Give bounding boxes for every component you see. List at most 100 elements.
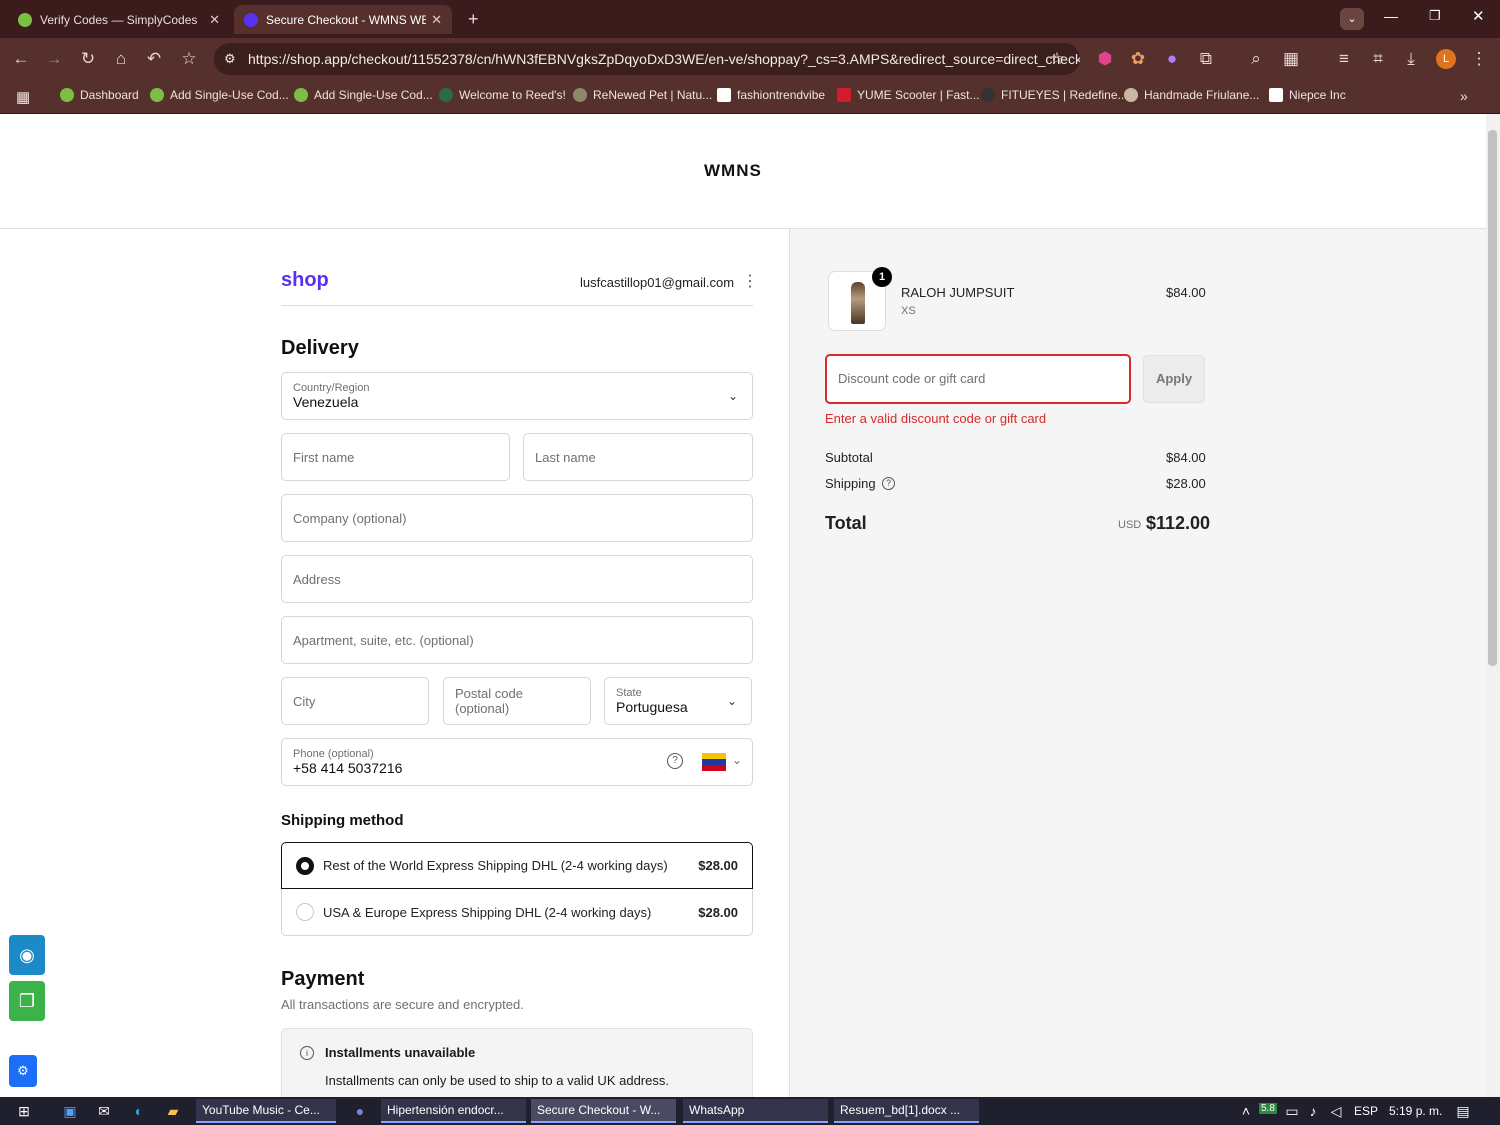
language-indicator[interactable]: ESP	[1354, 1104, 1378, 1118]
mail-icon[interactable]: ✉	[94, 1101, 114, 1121]
apps-grid-icon[interactable]: ▦	[16, 88, 30, 106]
search-icon[interactable]: ⌕	[1245, 48, 1267, 70]
window-close-icon[interactable]: ✕	[1472, 7, 1485, 25]
reload-icon[interactable]: ↻	[77, 48, 99, 70]
help-icon[interactable]: ?	[667, 753, 683, 769]
microphone-icon[interactable]: ♪	[1303, 1101, 1323, 1121]
extension-icon[interactable]: ●	[1161, 48, 1183, 70]
tab-search-icon[interactable]: ⌄	[1340, 8, 1364, 30]
installments-notice: i Installments unavailable Installments …	[281, 1028, 753, 1097]
address-bar[interactable]: ⚙ https://shop.app/checkout/11552378/cn/…	[214, 43, 1080, 75]
simplycodes-icon	[150, 88, 164, 102]
forward-icon[interactable]: →	[43, 48, 65, 70]
taskbar-item[interactable]: WhatsApp	[683, 1099, 828, 1123]
company-field[interactable]: Company (optional)	[281, 494, 753, 542]
city-field[interactable]: City	[281, 677, 429, 725]
back-icon[interactable]: ←	[10, 48, 32, 70]
clock[interactable]: 5:19 p. m.	[1389, 1104, 1442, 1118]
bookmark-item[interactable]: ReNewed Pet | Natu...	[573, 88, 712, 102]
help-icon[interactable]: ?	[882, 477, 895, 490]
notifications-icon[interactable]: ▤	[1453, 1101, 1473, 1121]
bookmark-item[interactable]: Add Single-Use Cod...	[294, 88, 433, 102]
extension-icon[interactable]: ✿	[1127, 48, 1149, 70]
copy-icon[interactable]: ❐	[9, 981, 45, 1021]
undo-icon[interactable]: ↶	[143, 48, 165, 70]
last-name-field[interactable]: Last name	[523, 433, 753, 481]
bookmark-item[interactable]: FITUEYES | Redefine...	[981, 88, 1128, 102]
scrollbar-thumb[interactable]	[1488, 130, 1497, 666]
phone-field[interactable]: Phone (optional) +58 414 5037216 ? ⌄	[281, 738, 753, 786]
start-icon[interactable]: ⊞	[14, 1101, 34, 1121]
chevron-up-icon[interactable]: ˄	[1236, 1101, 1256, 1121]
first-name-field[interactable]: First name	[281, 433, 510, 481]
postal-code-field[interactable]: Postal code (optional)	[443, 677, 591, 725]
windows-taskbar: ⊞ ▣ ✉ ◐ ▰ YouTube Music - Ce... ● Hipert…	[0, 1097, 1500, 1125]
tab-verify-codes[interactable]: Verify Codes — SimplyCodes ✕	[8, 5, 230, 34]
close-icon[interactable]: ✕	[431, 12, 442, 28]
crop-icon[interactable]: ⌗	[1367, 48, 1389, 70]
shipping-option[interactable]: USA & Europe Express Shipping DHL (2-4 w…	[281, 889, 753, 936]
restore-icon[interactable]: ❐	[1429, 8, 1441, 24]
page-icon	[1269, 88, 1283, 102]
currency-code: USD	[1118, 519, 1142, 531]
url-text: https://shop.app/checkout/11552378/cn/hW…	[248, 51, 1080, 67]
site-info-icon[interactable]: ⚙	[224, 43, 236, 75]
download-icon[interactable]: ⤓	[1400, 48, 1422, 70]
tray-badge[interactable]: 5.8	[1259, 1103, 1277, 1114]
settings-icon[interactable]: ⚙	[9, 1055, 37, 1087]
account-email: lusfcastillop01@gmail.com	[580, 275, 735, 290]
simplycodes-icon	[294, 88, 308, 102]
profile-avatar[interactable]: L	[1436, 49, 1456, 69]
bookmark-item[interactable]: Handmade Friulane...	[1124, 88, 1259, 102]
discount-input[interactable]: Discount code or gift card	[825, 354, 1131, 404]
close-icon[interactable]: ✕	[209, 12, 220, 28]
apartment-field[interactable]: Apartment, suite, etc. (optional)	[281, 616, 753, 664]
product-variant: XS	[901, 305, 916, 317]
radio-unselected[interactable]	[296, 903, 314, 921]
yume-icon	[837, 88, 851, 102]
star-icon[interactable]: ☆	[1046, 48, 1068, 70]
taskbar-item[interactable]: Secure Checkout - W...	[531, 1099, 676, 1123]
country-select[interactable]: Country/Region Venezuela ⌄	[281, 372, 753, 420]
shipping-option[interactable]: Rest of the World Express Shipping DHL (…	[281, 842, 753, 889]
taskbar-item[interactable]: Resuem_bd[1].docx ...	[834, 1099, 979, 1123]
new-tab-icon[interactable]: +	[458, 5, 486, 34]
bookmark-item[interactable]: Niepce Inc	[1269, 88, 1346, 102]
taskbar-item[interactable]: Hipertensión endocr...	[381, 1099, 526, 1123]
taskbar-item[interactable]: YouTube Music - Ce...	[196, 1099, 336, 1123]
more-bookmarks-icon[interactable]: »	[1460, 88, 1468, 104]
eye-icon[interactable]: ◉	[9, 935, 45, 975]
address-field[interactable]: Address	[281, 555, 753, 603]
account-menu-icon[interactable]: ⋮	[742, 271, 758, 291]
menu-icon[interactable]: ⋮	[1468, 48, 1490, 70]
delivery-heading: Delivery	[281, 337, 359, 359]
notice-title: Installments unavailable	[325, 1045, 476, 1060]
discord-icon[interactable]: ●	[350, 1101, 370, 1121]
bookmark-item[interactable]: Add Single-Use Cod...	[150, 88, 289, 102]
home-icon[interactable]: ⌂	[110, 48, 132, 70]
bookmark-star-icon[interactable]: ☆	[178, 48, 200, 70]
store-header: WMNS	[0, 114, 1486, 229]
shield-extension-icon[interactable]: ⬢	[1094, 48, 1116, 70]
tab-secure-checkout[interactable]: Secure Checkout - WMNS WEA ✕	[234, 5, 452, 34]
edge-icon[interactable]: ◐	[129, 1101, 149, 1121]
store-icon[interactable]: ▣	[60, 1101, 80, 1121]
state-label: State	[616, 687, 642, 699]
folder-icon[interactable]: ▰	[163, 1101, 183, 1121]
state-select[interactable]: State Portuguesa ⌄	[604, 677, 752, 725]
bookmark-item[interactable]: Welcome to Reed's!	[439, 88, 566, 102]
store-logo[interactable]: WMNS	[704, 161, 762, 181]
radio-selected[interactable]	[296, 856, 314, 875]
venezuela-flag-icon[interactable]	[702, 753, 726, 771]
reading-list-icon[interactable]: ≡	[1333, 48, 1355, 70]
apps-icon[interactable]: ▦	[1280, 48, 1302, 70]
bookmark-item[interactable]: YUME Scooter | Fast...	[837, 88, 979, 102]
minimize-icon[interactable]: —	[1384, 8, 1398, 24]
network-icon[interactable]: ▭	[1282, 1101, 1302, 1121]
bookmark-item[interactable]: Dashboard	[60, 88, 139, 102]
apply-button[interactable]: Apply	[1143, 355, 1205, 403]
puzzle-icon[interactable]: ⧉	[1195, 48, 1217, 70]
bookmark-item[interactable]: fashiontrendvibe	[717, 88, 825, 102]
volume-icon[interactable]: ◁	[1326, 1101, 1346, 1121]
chevron-down-icon[interactable]: ⌄	[732, 753, 742, 767]
